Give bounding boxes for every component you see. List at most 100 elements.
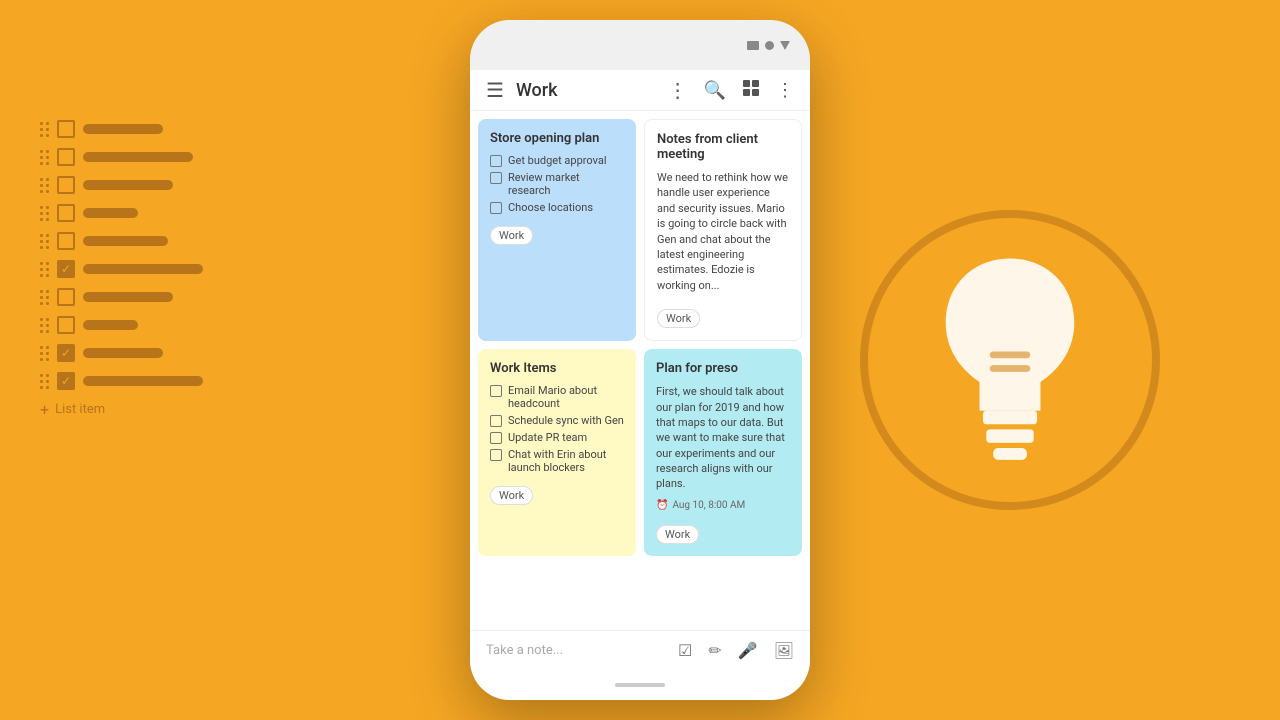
note-tag[interactable]: Work — [490, 486, 533, 505]
drag-handle — [40, 122, 49, 137]
list-row — [40, 232, 203, 250]
drag-handle — [40, 262, 49, 277]
list-row — [40, 260, 203, 278]
list-checkbox-checked[interactable] — [57, 344, 75, 362]
plus-icon: + — [40, 400, 49, 419]
note-title: Work Items — [490, 361, 624, 376]
checklist-text: Get budget approval — [508, 154, 607, 167]
list-checkbox-checked[interactable] — [57, 372, 75, 390]
note-checklist-item: Schedule sync with Gen — [490, 414, 624, 427]
drag-handle — [40, 290, 49, 305]
checkbox-icon — [490, 202, 502, 214]
list-bar — [83, 180, 173, 190]
note-plan-preso[interactable]: Plan for preso First, we should talk abo… — [644, 349, 802, 556]
menu-icon[interactable]: ☰ — [486, 78, 504, 102]
note-title: Store opening plan — [490, 131, 624, 146]
phone-screen: ☰ Work ⋮ 🔍 ⋮ Stor — [470, 70, 810, 670]
note-title: Plan for preso — [656, 361, 790, 376]
lightbulb-decoration — [860, 210, 1160, 510]
checkbox-icon — [490, 415, 502, 427]
list-checkbox[interactable] — [57, 316, 75, 334]
drag-handle — [40, 206, 49, 221]
checklist-text: Update PR team — [508, 431, 587, 444]
app-header: ☰ Work ⋮ 🔍 ⋮ — [470, 70, 810, 111]
bulb-circle — [860, 210, 1160, 510]
battery-icon — [747, 41, 759, 50]
phone-home-bar — [470, 670, 810, 700]
checkbox-icon — [490, 385, 502, 397]
drag-handle — [40, 346, 49, 361]
bottom-bar: Take a note... ☑ ✏ 🎤 🖼 — [470, 630, 810, 670]
note-tag[interactable]: Work — [657, 309, 700, 328]
checkbox-icon — [490, 449, 502, 461]
overflow-menu-icon[interactable]: ⋮ — [668, 78, 688, 102]
list-bar — [83, 236, 168, 246]
note-time: ⏰ Aug 10, 8:00 AM — [656, 500, 790, 511]
list-bar — [83, 320, 138, 330]
mic-icon[interactable]: 🎤 — [738, 641, 758, 660]
pen-icon[interactable]: ✏ — [708, 641, 721, 660]
checklist-text: Review market research — [508, 171, 624, 197]
checkbox-input-icon[interactable]: ☑ — [678, 641, 692, 660]
note-store-opening[interactable]: Store opening plan Get budget approval R… — [478, 119, 636, 341]
checklist-text: Schedule sync with Gen — [508, 414, 624, 427]
note-title: Notes from client meeting — [657, 132, 789, 162]
left-list-decoration: + List item — [40, 120, 203, 419]
list-bar — [83, 208, 138, 218]
drag-handle — [40, 374, 49, 389]
list-checkbox[interactable] — [57, 232, 75, 250]
list-checkbox[interactable] — [57, 176, 75, 194]
note-tag[interactable]: Work — [656, 525, 699, 544]
list-row — [40, 344, 203, 362]
add-list-item[interactable]: + List item — [40, 400, 203, 419]
note-body: First, we should talk about our plan for… — [656, 384, 790, 492]
time-text: Aug 10, 8:00 AM — [672, 500, 745, 511]
list-bar — [83, 152, 193, 162]
take-note-placeholder[interactable]: Take a note... — [486, 643, 563, 658]
note-checklist-item: Chat with Erin about launch blockers — [490, 448, 624, 474]
list-row — [40, 204, 203, 222]
app-title: Work — [516, 80, 558, 101]
note-checklist-item: Update PR team — [490, 431, 624, 444]
list-checkbox[interactable] — [57, 120, 75, 138]
list-row — [40, 120, 203, 138]
list-checkbox[interactable] — [57, 204, 75, 222]
bottom-icons: ☑ ✏ 🎤 🖼 — [678, 641, 794, 660]
list-bar — [83, 376, 203, 386]
list-checkbox-checked[interactable] — [57, 260, 75, 278]
note-tag[interactable]: Work — [490, 226, 533, 245]
header-left: ☰ Work — [486, 78, 557, 102]
note-checklist-item: Choose locations — [490, 201, 624, 214]
checkbox-icon — [490, 432, 502, 444]
note-checklist-item: Review market research — [490, 171, 624, 197]
layout-icon[interactable] — [742, 79, 760, 102]
more-options-icon[interactable]: ⋮ — [776, 80, 794, 101]
note-client-meeting[interactable]: Notes from client meeting We need to ret… — [644, 119, 802, 341]
note-work-items[interactable]: Work Items Email Mario about headcount S… — [478, 349, 636, 556]
list-bar — [83, 264, 203, 274]
drag-handle — [40, 318, 49, 333]
list-bar — [83, 292, 173, 302]
signal-icon — [765, 41, 774, 50]
home-bar-pill — [615, 683, 665, 687]
notes-grid: Store opening plan Get budget approval R… — [470, 111, 810, 630]
lightbulb-icon — [920, 250, 1100, 470]
checklist-text: Email Mario about headcount — [508, 384, 624, 410]
list-row — [40, 372, 203, 390]
list-checkbox[interactable] — [57, 288, 75, 306]
add-list-item-label: List item — [55, 402, 105, 417]
wifi-icon — [780, 41, 790, 50]
phone-status-bar — [470, 20, 810, 70]
list-bar — [83, 124, 163, 134]
note-checklist-item: Email Mario about headcount — [490, 384, 624, 410]
note-checklist-item: Get budget approval — [490, 154, 624, 167]
drag-handle — [40, 234, 49, 249]
list-checkbox[interactable] — [57, 148, 75, 166]
clock-icon: ⏰ — [656, 500, 668, 511]
image-icon[interactable]: 🖼 — [774, 641, 794, 660]
checklist-text: Chat with Erin about launch blockers — [508, 448, 624, 474]
search-icon[interactable]: 🔍 — [704, 80, 726, 101]
list-row — [40, 316, 203, 334]
list-row — [40, 176, 203, 194]
checklist-text: Choose locations — [508, 201, 593, 214]
